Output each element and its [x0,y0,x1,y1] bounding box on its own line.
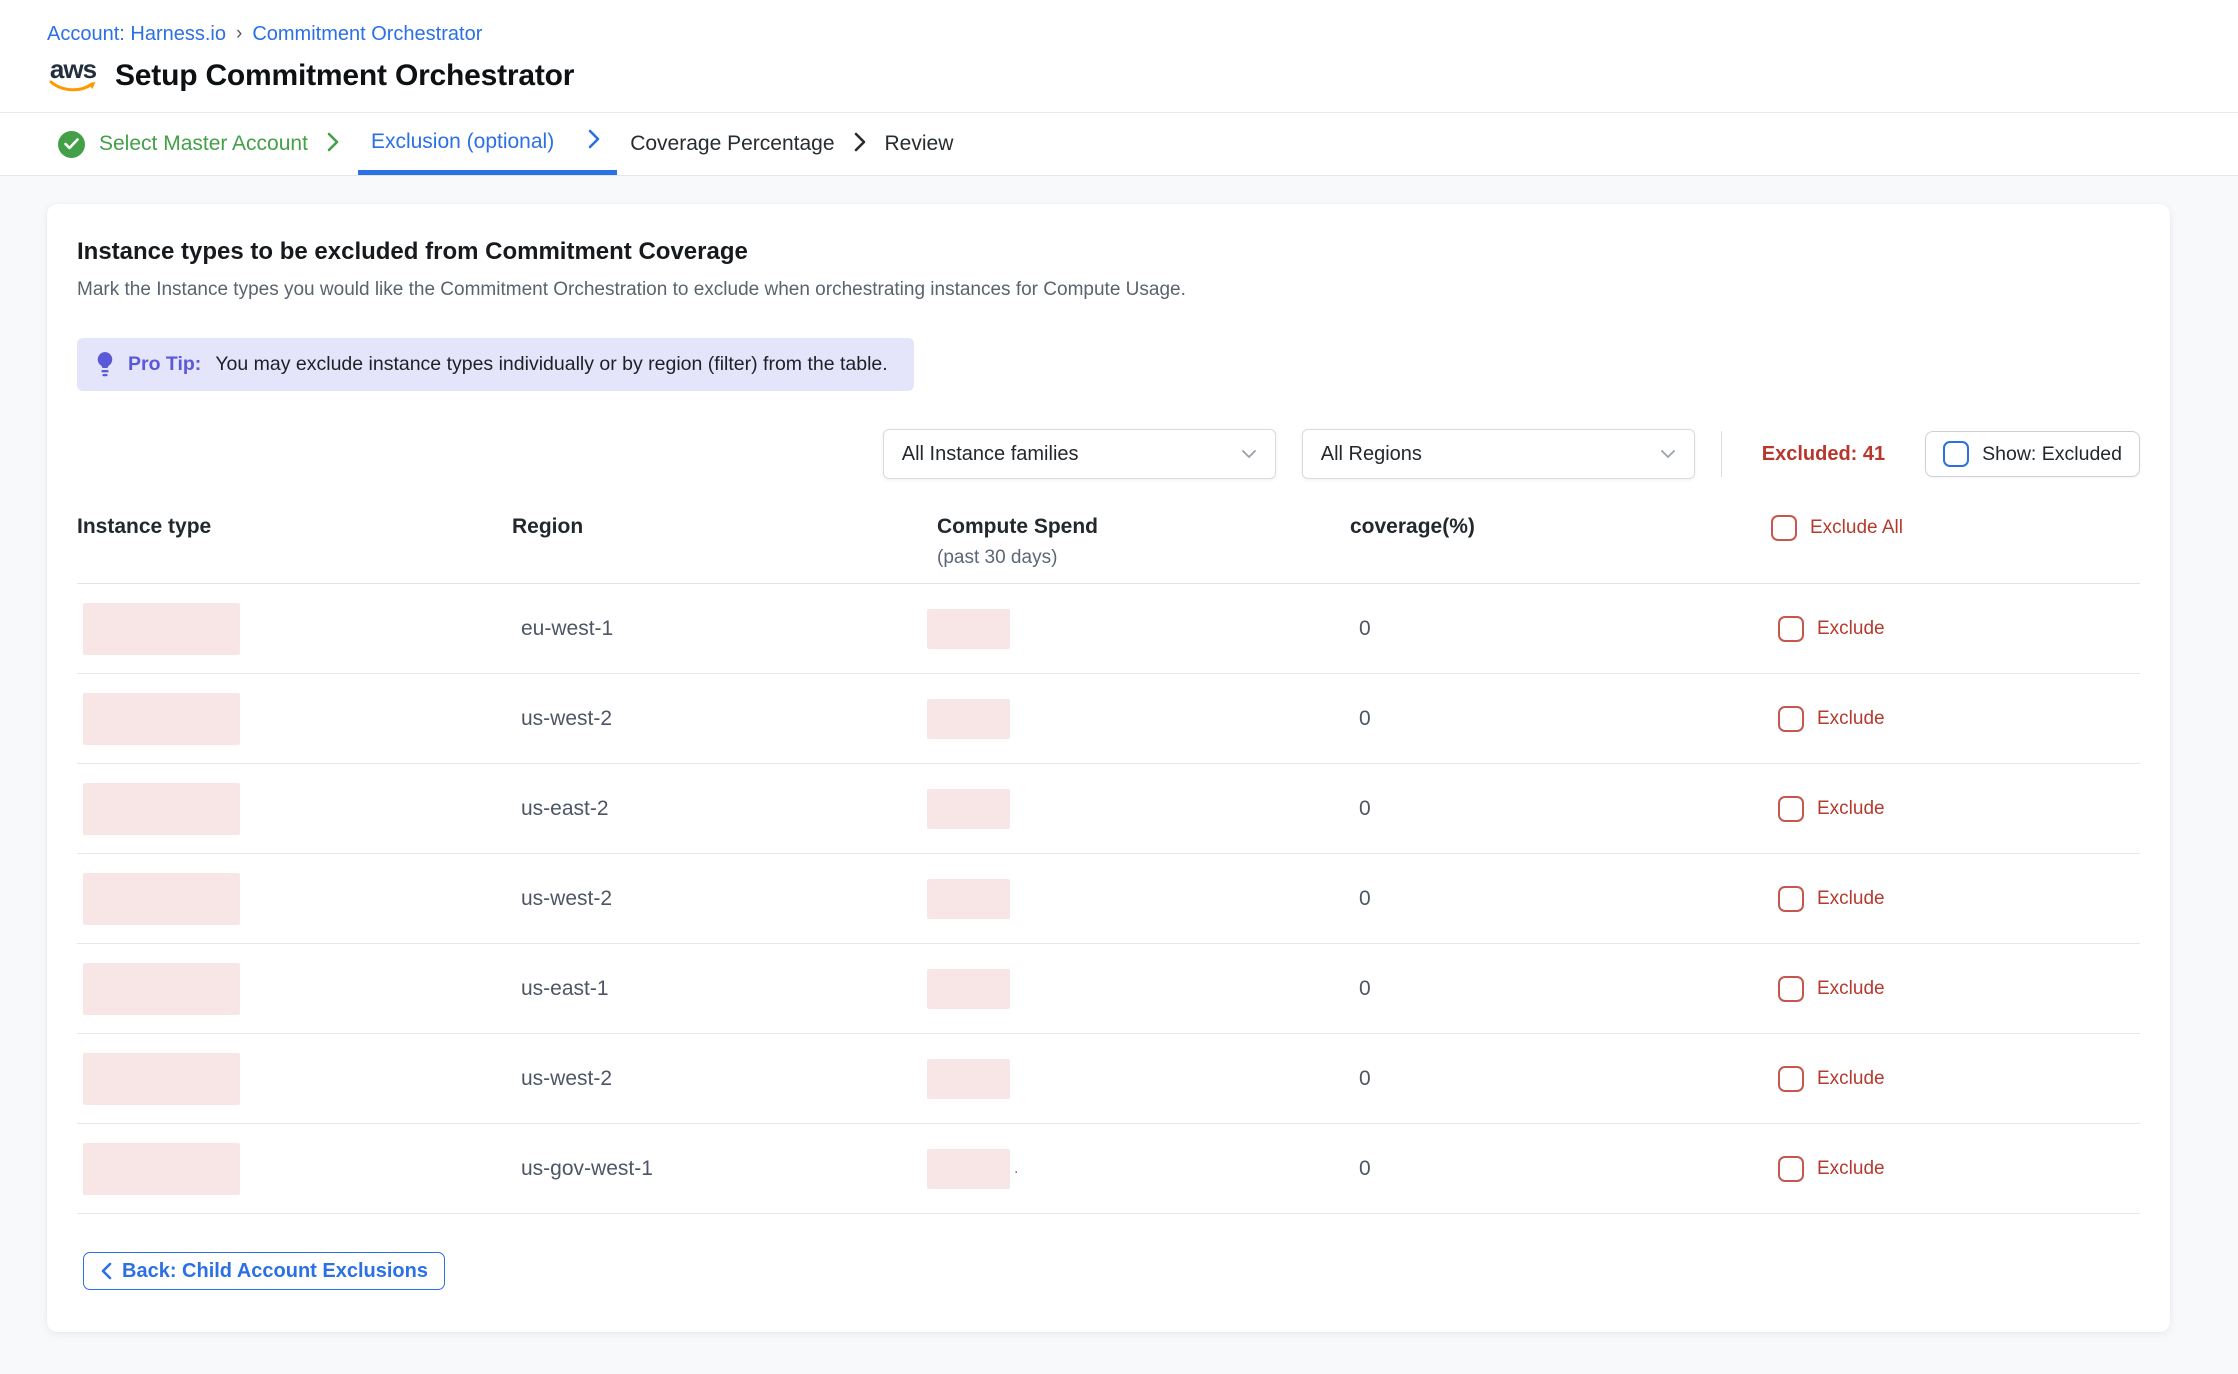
show-excluded-toggle[interactable]: Show: Excluded [1925,431,2140,477]
region-cell: us-west-2 [521,887,612,910]
pro-tip-text: You may exclude instance types individua… [215,353,887,376]
table-row: us-west-2 0 Exclude [77,854,2140,944]
breadcrumb: Account: Harness.io › Commitment Orchest… [47,22,2238,46]
exclude-checkbox[interactable] [1778,1066,1804,1092]
pro-tip-label: Pro Tip: [128,353,201,376]
back-child-account-exclusions-button[interactable]: Back: Child Account Exclusions [83,1252,445,1290]
show-excluded-label: Show: Excluded [1982,443,2122,466]
filter-row: All Instance families All Regions Exclud… [77,429,2140,479]
step-completed-check-icon [58,131,85,158]
table-row: us-west-2 0 Exclude [77,674,2140,764]
col-instance-type: Instance type [77,515,211,538]
exclude-label[interactable]: Exclude [1817,978,1885,1000]
exclude-checkbox[interactable] [1778,1156,1804,1182]
breadcrumb-account-link[interactable]: Account: Harness.io [47,22,226,46]
page-header: Account: Harness.io › Commitment Orchest… [0,0,2238,113]
aws-logo: aws [47,58,99,94]
lightbulb-icon [96,351,114,378]
exclude-checkbox[interactable] [1778,706,1804,732]
instance-exclusion-table: Instance type Region Compute Spend (past… [77,515,2140,1214]
exclude-checkbox[interactable] [1778,886,1804,912]
aws-smile-icon [48,80,98,94]
chevron-left-icon [100,1262,112,1280]
redacted-instance-type [83,783,240,835]
exclude-label[interactable]: Exclude [1817,618,1885,640]
coverage-cell: 0 [1359,1067,1371,1090]
exclude-checkbox[interactable] [1778,976,1804,1002]
redacted-compute-spend [927,1149,1010,1189]
table-header-row: Instance type Region Compute Spend (past… [77,515,2140,584]
step-coverage-percentage[interactable]: Coverage Percentage [630,113,834,175]
table-row: us-east-1 0 Exclude [77,944,2140,1034]
exclude-all-checkbox[interactable] [1771,515,1797,541]
region-cell: us-east-2 [521,797,609,820]
coverage-cell: 0 [1359,1157,1371,1180]
region-cell: us-west-2 [521,1067,612,1090]
col-coverage: coverage(%) [1350,515,1475,538]
col-compute-spend: Compute Spend [937,515,1098,538]
exclude-label[interactable]: Exclude [1817,1068,1885,1090]
coverage-cell: 0 [1359,977,1371,1000]
chevron-right-icon [323,131,343,158]
exclude-checkbox[interactable] [1778,616,1804,642]
region-cell: us-gov-west-1 [521,1157,653,1180]
exclude-label[interactable]: Exclude [1817,798,1885,820]
step-exclusion-optional[interactable]: Exclusion (optional) [358,113,617,175]
redacted-instance-type [83,693,240,745]
breadcrumb-current-link[interactable]: Commitment Orchestrator [252,22,482,46]
breadcrumb-separator-icon: › [236,22,242,46]
table-row: us-east-2 0 Exclude [77,764,2140,854]
chevron-down-icon [1241,449,1257,459]
col-region: Region [512,515,583,538]
exclude-label[interactable]: Exclude [1817,1158,1885,1180]
exclusion-panel: Instance types to be excluded from Commi… [47,204,2170,1332]
regions-dropdown[interactable]: All Regions [1302,429,1695,479]
redacted-instance-type [83,1143,240,1195]
excluded-count-badge: Excluded: 41 [1762,443,1885,466]
vertical-divider [1721,431,1722,477]
redacted-compute-spend [927,789,1010,829]
col-compute-spend-sub: (past 30 days) [937,547,1098,569]
panel-heading: Instance types to be excluded from Commi… [77,238,2140,266]
exclude-all-label[interactable]: Exclude All [1810,517,1903,539]
chevron-right-icon [850,131,870,158]
coverage-cell: 0 [1359,797,1371,820]
redacted-compute-spend [927,879,1010,919]
table-row: us-gov-west-1 . 0 Exclude [77,1124,2140,1214]
redacted-compute-spend [927,609,1010,649]
show-excluded-checkbox[interactable] [1943,441,1969,467]
region-cell: us-east-1 [521,977,609,1000]
instance-families-dropdown[interactable]: All Instance families [883,429,1276,479]
redacted-instance-type [83,1053,240,1105]
redacted-compute-spend [927,1059,1010,1099]
panel-description: Mark the Instance types you would like t… [77,279,2140,301]
exclude-label[interactable]: Exclude [1817,708,1885,730]
setup-stepper: Select Master Account Exclusion (optiona… [0,113,2238,176]
redacted-instance-type [83,963,240,1015]
exclude-label[interactable]: Exclude [1817,888,1885,910]
redacted-compute-spend [927,699,1010,739]
redacted-instance-type [83,603,240,655]
redacted-instance-type [83,873,240,925]
redacted-compute-spend [927,969,1010,1009]
region-cell: us-west-2 [521,707,612,730]
step-select-master-account[interactable]: Select Master Account [58,113,308,175]
table-row: us-west-2 0 Exclude [77,1034,2140,1124]
chevron-down-icon [1660,449,1676,459]
table-row: eu-west-1 0 Exclude [77,584,2140,674]
step-review[interactable]: Review [885,113,954,175]
coverage-cell: 0 [1359,707,1371,730]
redaction-artifact: . [1014,1160,1018,1178]
chevron-right-icon [584,128,604,155]
page-title: Setup Commitment Orchestrator [115,59,574,93]
pro-tip-banner: Pro Tip: You may exclude instance types … [77,338,914,391]
exclude-checkbox[interactable] [1778,796,1804,822]
region-cell: eu-west-1 [521,617,613,640]
coverage-cell: 0 [1359,887,1371,910]
coverage-cell: 0 [1359,617,1371,640]
